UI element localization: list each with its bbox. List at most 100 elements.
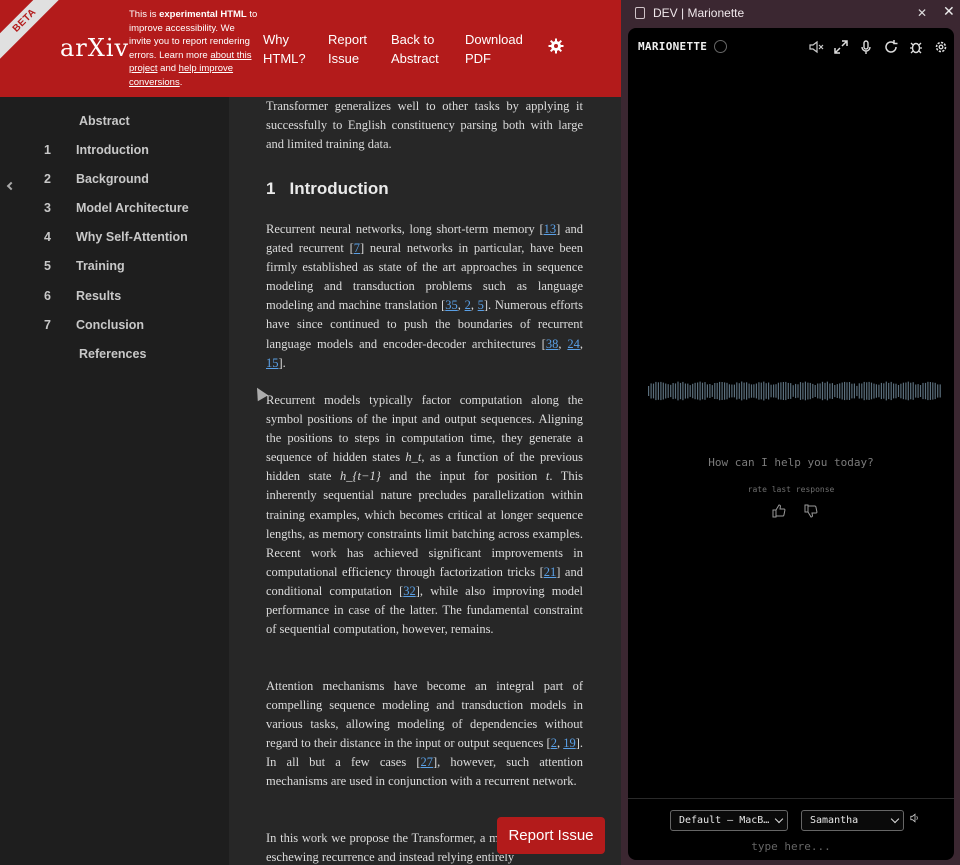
citation-link[interactable]: 21 <box>544 565 557 579</box>
waveform-bar <box>753 384 755 398</box>
app-icon <box>635 7 645 19</box>
toc-num: 4 <box>44 230 51 244</box>
waveform-bar <box>714 383 716 399</box>
thumbs-up-icon[interactable] <box>772 504 786 518</box>
settings-gear-icon[interactable] <box>933 39 949 55</box>
greeting-text: How can I help you today? <box>708 456 874 469</box>
why-html-link[interactable]: Why HTML? <box>263 30 313 68</box>
message-input[interactable] <box>688 837 894 855</box>
toc-item-model-architecture[interactable]: 3 Model Architecture <box>0 197 229 219</box>
close-icon[interactable]: ✕ <box>943 4 955 20</box>
waveform-bar <box>937 384 939 398</box>
math-symbol: h_t <box>405 450 422 465</box>
report-issue-button[interactable]: Report Issue <box>497 817 605 854</box>
waveform-bar <box>929 382 931 400</box>
waveform-bar <box>817 383 819 399</box>
toc-item-results[interactable]: 6 Results <box>0 285 229 307</box>
marionette-window: DEV | Marionette ✕ ✕ MARIONETTE How can … <box>621 0 960 865</box>
waveform-bar <box>888 382 890 400</box>
waveform-bar <box>652 383 655 399</box>
waveform-bar <box>704 382 706 400</box>
waveform-bar <box>836 384 838 398</box>
citation-link[interactable]: 15 <box>266 356 279 370</box>
citation-link[interactable]: 27 <box>421 755 434 769</box>
toc-num: 3 <box>44 201 51 215</box>
waveform-bar <box>731 384 733 398</box>
toc-item-references[interactable]: References <box>0 343 229 365</box>
refresh-icon[interactable] <box>883 39 899 55</box>
paragraph-text: . This inherently sequential nature prec… <box>266 469 583 579</box>
section-title: Introduction <box>289 179 389 198</box>
toc-num: 2 <box>44 172 51 186</box>
toc-item-training[interactable]: 5 Training <box>0 255 229 277</box>
paragraph-text: ]. <box>278 355 286 370</box>
paragraph-text: , <box>470 298 478 313</box>
citation-link[interactable]: 19 <box>563 736 576 750</box>
waveform-bar <box>912 382 914 400</box>
voice-name-select[interactable]: Samantha <box>801 810 904 831</box>
waveform-bar <box>824 382 826 400</box>
citation-link[interactable]: 13 <box>544 222 557 236</box>
waveform-bar <box>790 383 792 399</box>
thumbs-down-icon[interactable] <box>804 504 818 518</box>
paragraph-text: and the input for position <box>380 469 546 484</box>
window-titlebar[interactable]: DEV | Marionette ✕ ✕ <box>621 0 960 27</box>
citation-link[interactable]: 32 <box>403 584 416 598</box>
microphone-icon[interactable] <box>858 39 874 55</box>
waveform-bar <box>848 382 851 400</box>
waveform-bar <box>738 383 740 399</box>
toc-item-abstract[interactable]: Abstract <box>0 110 229 132</box>
toc-label: Results <box>76 289 122 303</box>
toc-item-background[interactable]: 2 Background <box>0 168 229 190</box>
notice-text: This is <box>129 9 160 20</box>
notice-bold: experimental HTML <box>159 9 247 20</box>
toc-num: 6 <box>44 289 51 303</box>
bug-icon[interactable] <box>908 39 924 55</box>
citation-link[interactable]: 35 <box>445 298 458 312</box>
citation-link[interactable]: 38 <box>546 337 559 351</box>
waveform-bar <box>917 384 919 398</box>
mute-icon[interactable] <box>808 39 824 55</box>
back-to-abstract-link[interactable]: Back to Abstract <box>391 30 451 68</box>
speaker-icon[interactable] <box>910 813 920 823</box>
toc-item-introduction[interactable]: 1 Introduction <box>0 139 229 161</box>
waveform-bar <box>709 384 711 398</box>
waveform-bar <box>809 382 811 400</box>
waveform-bar <box>831 383 833 399</box>
waveform-bar <box>760 382 762 400</box>
waveform-bar <box>858 383 860 399</box>
toc-item-why-self-attention[interactable]: 4 Why Self-Attention <box>0 226 229 248</box>
math-symbol: h_{t−1} <box>340 469 381 484</box>
waveform-bar <box>821 381 824 401</box>
waveform-bar <box>684 383 686 399</box>
paragraph-abstract-end: Transformer generalizes well to other ta… <box>266 99 583 152</box>
report-issue-link[interactable]: Report Issue <box>328 30 378 68</box>
voice-engine-select[interactable]: Default – MacB… <box>670 810 788 831</box>
waveform-bar <box>660 381 662 401</box>
rate-label: rate last response <box>747 485 835 494</box>
section-number: 1 <box>266 179 276 198</box>
download-pdf-link[interactable]: Download PDF <box>465 30 535 68</box>
arxiv-logo[interactable]: arXiv <box>60 34 129 62</box>
paragraph-1: Recurrent neural networks, long short-te… <box>266 220 583 373</box>
paragraph-3: Attention mechanisms have become an inte… <box>266 677 583 792</box>
gear-icon[interactable] <box>548 38 564 54</box>
arxiv-header: BETA arXiv This is experimental HTML to … <box>0 0 621 97</box>
waveform-bar <box>863 381 865 401</box>
toc-item-conclusion[interactable]: 7 Conclusion <box>0 314 229 336</box>
waveform-bar <box>655 381 657 401</box>
waveform-bar <box>777 382 779 400</box>
expand-icon[interactable] <box>833 39 849 55</box>
waveform-bar <box>775 384 777 398</box>
waveform-bar <box>905 382 907 400</box>
waveform-bar <box>746 382 748 400</box>
waveform-bar <box>799 382 802 400</box>
waveform-bar <box>770 384 772 398</box>
citation-link[interactable]: 24 <box>567 337 580 351</box>
waveform-bar <box>907 381 909 401</box>
unpin-icon[interactable]: ✕ <box>917 6 927 20</box>
toc-num: 5 <box>44 259 51 273</box>
notice-end: . <box>179 76 183 88</box>
waveform-bar <box>939 384 941 398</box>
toc-num: 7 <box>44 318 51 332</box>
